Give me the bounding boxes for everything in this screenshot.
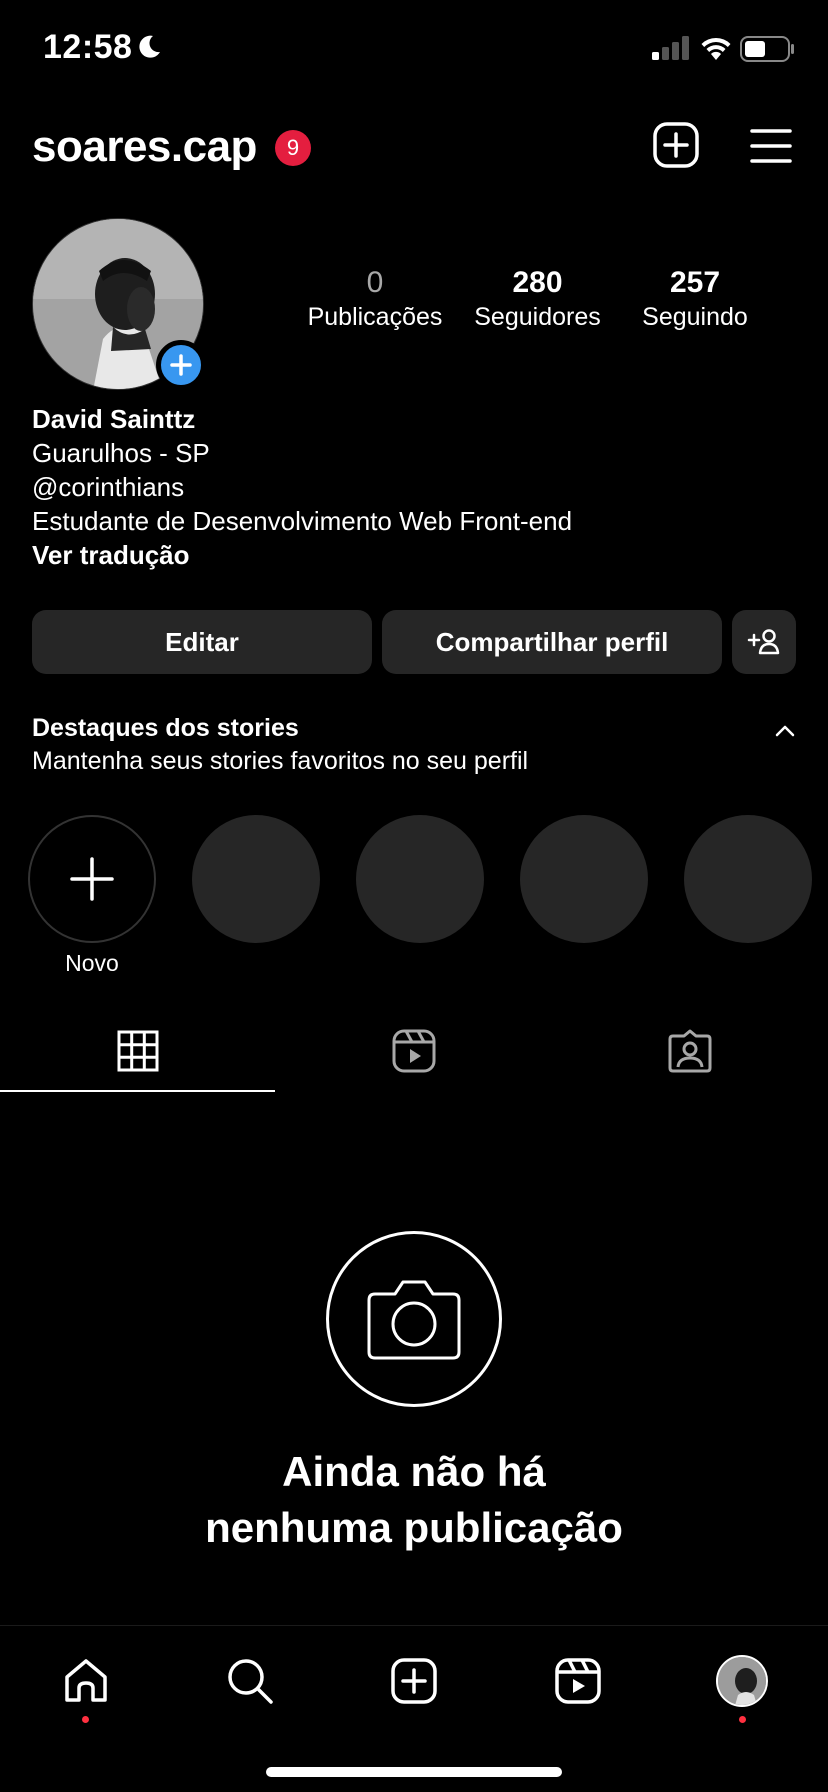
profile-tabs	[0, 1010, 828, 1094]
stat-following-value: 257	[669, 266, 721, 299]
avatar-photo	[718, 1657, 766, 1705]
stat-followers-label: Seguidores	[474, 303, 601, 331]
notification-badge[interactable]: 9	[275, 130, 311, 166]
profile-mention[interactable]: @corinthians	[32, 470, 792, 504]
story-highlights-header[interactable]: Destaques dos stories Mantenha seus stor…	[32, 712, 796, 778]
profile-header: soares.cap 9	[0, 118, 828, 178]
highlights-row: Novo	[28, 815, 828, 976]
highlights-title: Destaques dos stories	[32, 714, 299, 742]
status-bar: 12:58	[0, 0, 828, 100]
highlight-placeholder	[520, 815, 648, 943]
add-person-icon	[747, 629, 780, 655]
add-post-icon[interactable]	[652, 121, 700, 169]
nav-create[interactable]	[384, 1651, 444, 1711]
profile-bio: David Sainttz Guarulhos - SP @corinthian…	[32, 402, 792, 572]
profile-avatar-wrap[interactable]	[32, 218, 206, 390]
profile-location: Guarulhos - SP	[32, 438, 210, 468]
highlights-subtitle: Mantenha seus stories favoritos no seu p…	[32, 747, 529, 775]
camera-icon	[367, 1280, 461, 1360]
create-icon	[391, 1658, 437, 1704]
nav-home[interactable]	[56, 1651, 116, 1711]
moon-icon	[139, 35, 160, 58]
reels-icon	[392, 1029, 436, 1073]
profile-bio-text: Estudante de Desenvolvimento Web Front-e…	[32, 506, 573, 536]
profile-screen: 12:58 soares.cap 9 0 Publicações 280 Seg…	[0, 0, 828, 1792]
grid-icon	[117, 1030, 159, 1072]
nav-search[interactable]	[220, 1651, 280, 1711]
empty-title-line1: Ainda não há	[282, 1448, 546, 1495]
search-icon	[228, 1659, 273, 1704]
hamburger-menu-icon[interactable]	[750, 128, 792, 164]
empty-posts-title: Ainda não há nenhuma publicação	[0, 1444, 828, 1556]
status-time: 12:58	[43, 28, 133, 66]
profile-stats: 0 Publicações 280 Seguidores 257 Seguind…	[290, 265, 770, 335]
profile-notification-dot	[739, 1716, 746, 1723]
nav-profile[interactable]	[712, 1651, 772, 1711]
cellular-signal-icon	[652, 36, 689, 60]
stat-following[interactable]: 257 Seguindo	[620, 265, 770, 333]
reels-icon	[555, 1658, 601, 1704]
share-profile-button[interactable]: Compartilhar perfil	[382, 610, 722, 674]
tagged-icon	[668, 1029, 712, 1073]
bottom-navigation	[0, 1625, 828, 1735]
stat-posts-label: Publicações	[307, 303, 443, 331]
home-icon	[65, 1659, 107, 1702]
profile-actions: Editar Compartilhar perfil	[32, 610, 796, 674]
translate-link[interactable]: Ver tradução	[32, 538, 792, 572]
active-tab-indicator	[0, 1090, 275, 1092]
profile-avatar	[716, 1655, 768, 1707]
highlight-placeholder	[684, 815, 812, 943]
plus-icon	[70, 857, 114, 901]
battery-icon	[740, 36, 794, 62]
new-highlight-button[interactable]	[28, 815, 156, 943]
edit-profile-button[interactable]: Editar	[32, 610, 372, 674]
stat-posts-value: 0	[366, 266, 384, 299]
tab-reels[interactable]	[276, 1010, 552, 1092]
tab-tagged[interactable]	[552, 1010, 828, 1092]
home-notification-dot	[82, 1716, 89, 1723]
stat-posts[interactable]: 0 Publicações	[300, 265, 450, 333]
plus-icon	[170, 354, 192, 376]
highlight-placeholder	[192, 815, 320, 943]
new-highlight-label: Novo	[65, 950, 119, 976]
stat-following-label: Seguindo	[642, 303, 748, 331]
nav-reels[interactable]	[548, 1651, 608, 1711]
discover-people-button[interactable]	[732, 610, 796, 674]
username-switcher[interactable]: soares.cap	[32, 122, 257, 172]
tab-posts-grid[interactable]	[0, 1010, 276, 1092]
home-indicator[interactable]	[266, 1767, 562, 1777]
stat-followers[interactable]: 280 Seguidores	[460, 265, 615, 333]
add-story-button[interactable]	[156, 340, 206, 390]
highlight-placeholder	[356, 815, 484, 943]
empty-title-line2: nenhuma publicação	[205, 1504, 623, 1551]
profile-name: David Sainttz	[32, 404, 196, 434]
stat-followers-value: 280	[512, 266, 563, 299]
chevron-up-icon[interactable]	[774, 724, 796, 738]
empty-posts-camera	[326, 1231, 502, 1407]
wifi-icon	[701, 37, 731, 60]
